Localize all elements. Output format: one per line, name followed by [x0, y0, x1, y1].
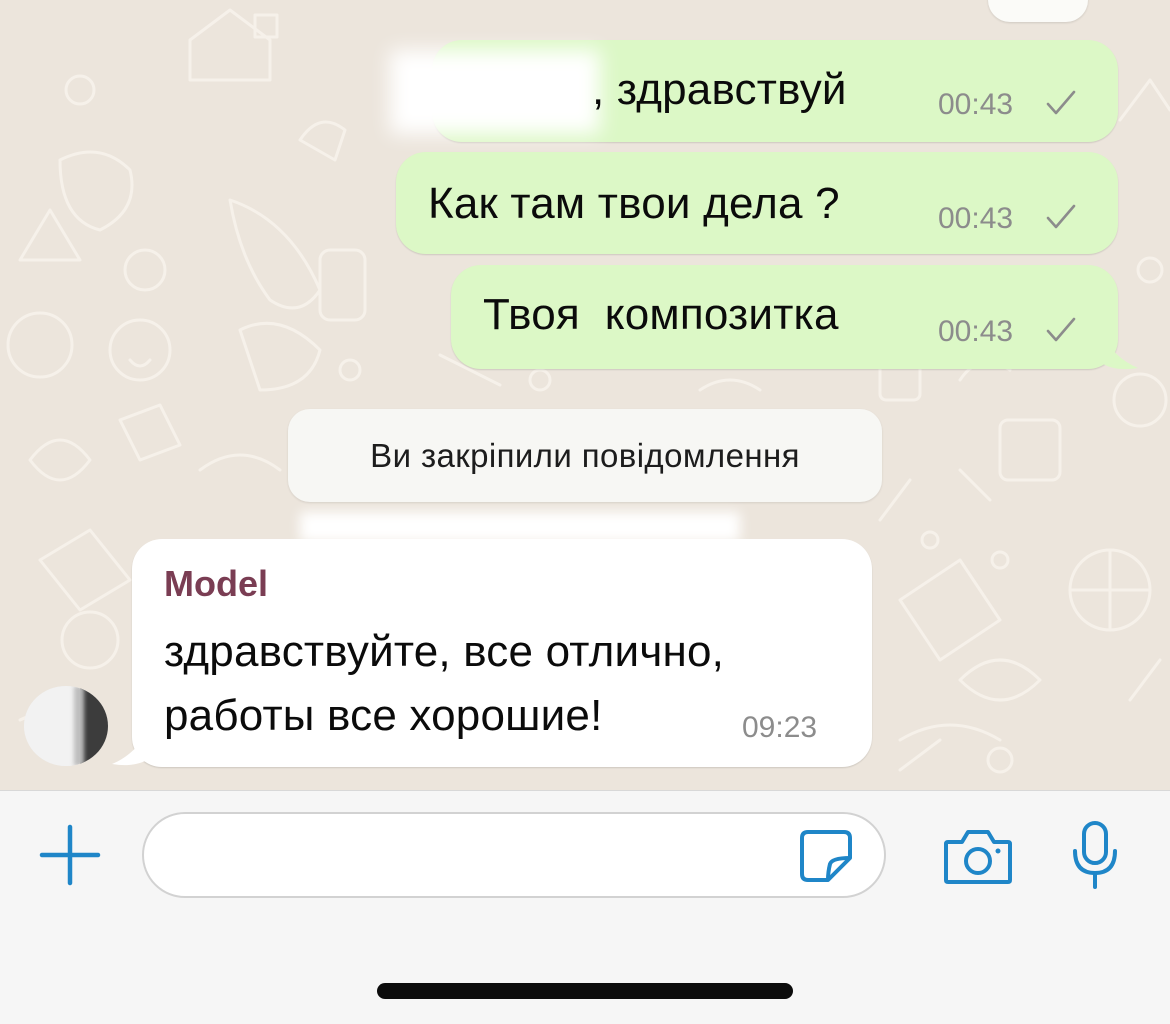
bubble-tail-outgoing [1100, 332, 1138, 370]
message-text: Как там твои дела ? [428, 179, 840, 228]
camera-icon[interactable] [942, 826, 1014, 886]
redacted-area [300, 512, 740, 542]
system-notice-text: Ви закріпили повідомлення [370, 437, 800, 474]
sticker-icon[interactable] [798, 828, 854, 884]
sent-check-icon [1046, 204, 1076, 229]
message-text: , здравствуй [592, 65, 847, 114]
message-input[interactable] [142, 812, 886, 898]
reaction-chip[interactable] [988, 0, 1088, 22]
avatar[interactable] [24, 686, 108, 766]
pinned-message-notice: Ви закріпили повідомлення [288, 409, 882, 502]
message-text: Твоя композитка [483, 290, 839, 339]
outgoing-message-3[interactable]: Твоя композитка 00:43 [451, 265, 1118, 369]
bubble-tail-incoming [112, 728, 150, 766]
message-time: 09:23 [742, 711, 818, 744]
message-time: 00:43 [938, 315, 1014, 348]
outgoing-message-1[interactable]: , здравствуй 00:43 [390, 40, 1118, 142]
home-indicator [377, 983, 793, 999]
sent-check-icon [1046, 317, 1076, 342]
sent-check-icon [1046, 90, 1076, 115]
sender-name: Model [164, 563, 268, 604]
chat-area[interactable]: , здравствуй 00:43 Как там твои дела ? 0… [0, 0, 1170, 790]
message-text-line-2: работы все хорошие! [164, 691, 603, 740]
redacted-name [390, 50, 600, 134]
message-text-line-1: здравствуйте, все отлично, [164, 627, 725, 676]
outgoing-message-2[interactable]: Как там твои дела ? 00:43 [396, 152, 1118, 254]
incoming-message[interactable]: Model здравствуйте, все отлично, работы … [132, 539, 872, 767]
microphone-icon[interactable] [1070, 819, 1120, 893]
message-time: 00:43 [938, 202, 1014, 235]
message-time: 00:43 [938, 88, 1014, 121]
plus-icon[interactable] [38, 823, 102, 887]
